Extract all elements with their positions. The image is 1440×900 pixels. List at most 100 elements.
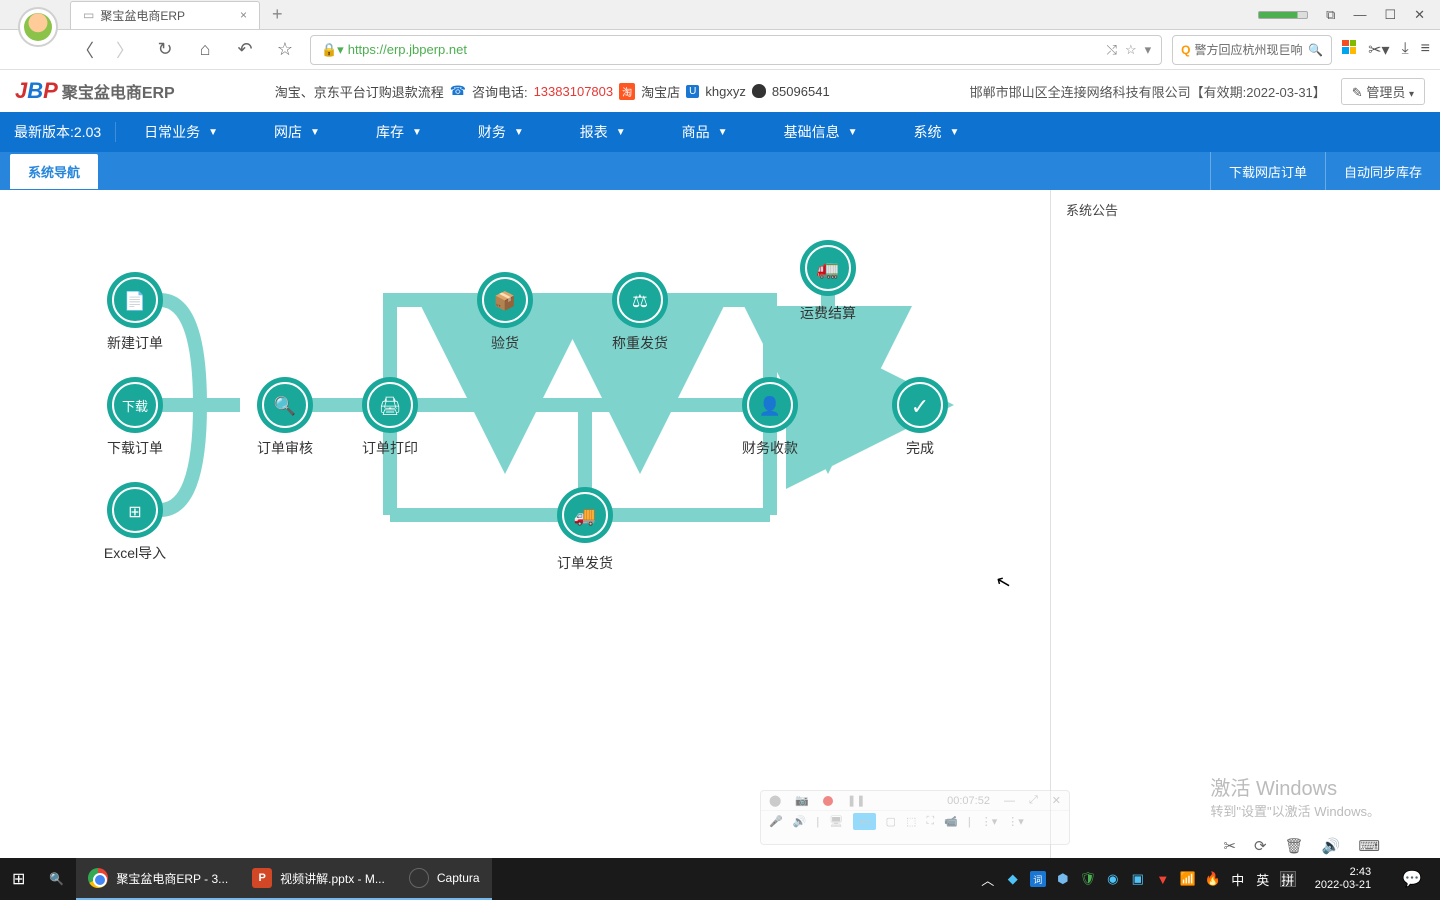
- tray-app5-icon[interactable]: ▣: [1130, 871, 1146, 887]
- menu-stock[interactable]: 库存▼: [348, 122, 450, 142]
- node-new-order[interactable]: 📄: [107, 272, 163, 328]
- minimize-icon[interactable]: —: [1353, 7, 1366, 22]
- sync-stock-button[interactable]: 自动同步库存: [1325, 152, 1440, 190]
- tray-app7-icon[interactable]: 🔥: [1205, 871, 1221, 887]
- taskbar-app1-label: 聚宝盆电商ERP - 3...: [116, 870, 228, 887]
- node-inspect[interactable]: 📦: [477, 272, 533, 328]
- phone-number: 13383107803: [534, 84, 614, 99]
- shuffle-icon[interactable]: ⤭: [1107, 42, 1117, 58]
- node-order-print[interactable]: 🖨: [362, 377, 418, 433]
- recorder-area-icon[interactable]: ⬚: [906, 815, 916, 828]
- float-trash-icon[interactable]: 🗑: [1285, 837, 1304, 855]
- recorder-screen-icon[interactable]: 🖥: [829, 815, 843, 828]
- menu-report[interactable]: 报表▼: [552, 122, 654, 142]
- recorder-window-icon[interactable]: ▭: [853, 813, 875, 830]
- dropdown-icon[interactable]: ▾: [1145, 42, 1152, 58]
- tray-wifi-icon[interactable]: 📶: [1180, 871, 1196, 887]
- url-bar[interactable]: 🔒▾ https://erp.jbperp.net ⤭ ☆ ▾: [310, 35, 1162, 65]
- apps-grid-icon[interactable]: [1342, 40, 1356, 54]
- recorder-mic-icon[interactable]: 🎤: [769, 815, 783, 828]
- tray-up-icon[interactable]: ︿: [980, 871, 996, 887]
- star-icon[interactable]: ☆: [1125, 42, 1137, 58]
- app-logo[interactable]: JBP 聚宝盆电商ERP: [15, 78, 175, 104]
- menu-finance[interactable]: 财务▼: [450, 122, 552, 142]
- menu-shop[interactable]: 网店▼: [246, 122, 348, 142]
- qq-icon: [752, 84, 766, 98]
- profile-avatar[interactable]: [18, 7, 58, 47]
- qq-number[interactable]: 85096541: [772, 84, 830, 99]
- tray-app3-icon[interactable]: ⬢: [1055, 871, 1071, 887]
- tray-ime-2[interactable]: 英: [1255, 871, 1271, 887]
- node-finance-collect[interactable]: 👤: [742, 377, 798, 433]
- tray-app4-icon[interactable]: ◉: [1105, 871, 1121, 887]
- node-complete[interactable]: ✓: [892, 377, 948, 433]
- close-window-icon[interactable]: ✕: [1414, 7, 1425, 23]
- cut-icon[interactable]: ✂▾: [1368, 40, 1389, 60]
- taskbar-app-powerpoint[interactable]: P 视频讲解.pptx - M...: [240, 858, 397, 900]
- node-order-ship[interactable]: 🚚: [557, 487, 613, 543]
- tray-shield-icon[interactable]: 🛡: [1080, 871, 1096, 887]
- reload-button[interactable]: ↻: [150, 35, 180, 65]
- recorder-fullscreen-icon[interactable]: ⛶: [926, 815, 934, 828]
- new-tab-button[interactable]: +: [272, 4, 283, 25]
- undo-button[interactable]: ↶: [230, 35, 260, 65]
- taskbar-app-captura[interactable]: Captura: [397, 858, 492, 900]
- download-icon[interactable]: ⤓: [1402, 40, 1409, 60]
- flow-panel: 📄 下载 ⊞ 🔍 🖨 📦 ⚖ 🚚 👤 🚛 ✓ 新建订单 下载订单 Excel导入…: [0, 190, 1050, 858]
- favorite-button[interactable]: ☆: [270, 35, 300, 65]
- tray-app1-icon[interactable]: ◆: [1005, 871, 1021, 887]
- node-weigh-ship[interactable]: ⚖: [612, 272, 668, 328]
- float-sync-icon[interactable]: ⟳: [1254, 837, 1267, 855]
- float-keyboard-icon[interactable]: ⌨: [1358, 837, 1380, 855]
- menu-daily[interactable]: 日常业务▼: [116, 122, 246, 142]
- float-cut-icon[interactable]: ✂: [1223, 837, 1236, 855]
- menu-goods[interactable]: 商品▼: [654, 122, 756, 142]
- tray-ime-3[interactable]: 拼: [1280, 871, 1296, 887]
- search-icon[interactable]: 🔍: [1308, 43, 1323, 57]
- recorder-expand-icon[interactable]: ⤢: [1029, 794, 1038, 807]
- maximize-icon[interactable]: ☐: [1384, 7, 1396, 23]
- node-excel-import[interactable]: ⊞: [107, 482, 163, 538]
- tray-app6-icon[interactable]: ▼: [1155, 871, 1171, 887]
- browser-search[interactable]: Q 警方回应杭州现巨响 🔍: [1172, 35, 1332, 65]
- back-button[interactable]: 〈: [70, 35, 100, 65]
- menu-system[interactable]: 系统▼: [885, 122, 987, 142]
- browser-tab[interactable]: ▭ 聚宝盆电商ERP ×: [70, 1, 260, 29]
- tray-ime-1[interactable]: 中: [1230, 871, 1246, 887]
- recorder-minimize-icon[interactable]: —: [1004, 795, 1015, 807]
- forward-button[interactable]: 〉: [110, 35, 140, 65]
- taskbar-clock[interactable]: 2:43 2022-03-21: [1305, 866, 1381, 892]
- recorder-record-icon[interactable]: [823, 796, 833, 806]
- start-button[interactable]: ⊞: [0, 858, 37, 900]
- float-volume-icon[interactable]: 🔊: [1322, 837, 1341, 855]
- search-button[interactable]: 🔍: [37, 858, 76, 900]
- node-order-audit[interactable]: 🔍: [257, 377, 313, 433]
- recorder-more-icon[interactable]: ⋮▾: [1007, 815, 1024, 828]
- admin-button[interactable]: ✎ 管理员 ▾: [1341, 78, 1425, 105]
- menu-icon[interactable]: ≡: [1421, 40, 1430, 60]
- content-area: 📄 下载 ⊞ 🔍 🖨 📦 ⚖ 🚚 👤 🚛 ✓ 新建订单 下载订单 Excel导入…: [0, 190, 1440, 858]
- recorder-stop-icon[interactable]: ⬤: [769, 794, 781, 807]
- recorder-speaker-icon[interactable]: 🔊: [793, 815, 807, 828]
- recorder-camera-icon[interactable]: 📷: [795, 794, 809, 807]
- header-link-refund[interactable]: 淘宝、京东平台订购退款流程: [275, 82, 444, 101]
- window-snap-icon[interactable]: ⧉: [1326, 7, 1335, 23]
- node-download-order[interactable]: 下载: [107, 377, 163, 433]
- recorder-pause-icon[interactable]: ❚❚: [847, 794, 865, 807]
- home-button[interactable]: ⌂: [190, 35, 220, 65]
- close-icon[interactable]: ×: [240, 8, 247, 22]
- tray-app2-icon[interactable]: 词: [1030, 871, 1046, 887]
- download-orders-button[interactable]: 下载网店订单: [1210, 152, 1325, 190]
- recorder-close-icon[interactable]: ✕: [1052, 794, 1061, 807]
- recorder-webcam-icon[interactable]: 📹: [944, 815, 958, 828]
- node-freight-settle[interactable]: 🚛: [800, 240, 856, 296]
- menu-basic[interactable]: 基础信息▼: [756, 122, 886, 142]
- recorder-region-icon[interactable]: ▢: [886, 815, 896, 828]
- kh-link[interactable]: khgxyz: [705, 84, 745, 99]
- tab-nav[interactable]: 系统导航: [10, 154, 98, 189]
- taskbar-app-browser[interactable]: 聚宝盆电商ERP - 3...: [76, 858, 240, 900]
- notification-icon[interactable]: 💬: [1390, 869, 1434, 889]
- recorder-settings-icon[interactable]: ⋮▾: [981, 815, 998, 828]
- taobao-link[interactable]: 淘宝店: [641, 82, 680, 101]
- screen-recorder-overlay[interactable]: ⬤ 📷 ❚❚ 00:07:52 — ⤢ ✕ 🎤 🔊 | 🖥 ▭ ▢ ⬚ ⛶ 📹 …: [760, 790, 1070, 845]
